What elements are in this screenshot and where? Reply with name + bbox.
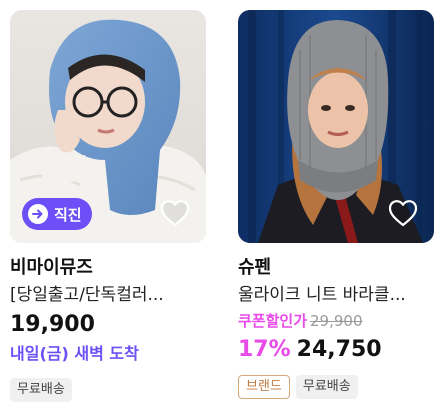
product-image[interactable] [238, 10, 434, 243]
arrow-right-circle-icon [28, 204, 48, 224]
product-card[interactable]: 직진 비마이뮤즈 [당일출고/단독컬러... 19,900 내일(금) 새벽 도… [10, 10, 206, 402]
product-name[interactable]: [당일출고/단독컬러... [10, 284, 206, 306]
product-price: 19,900 [10, 312, 95, 337]
coupon-label: 쿠폰할인가 [238, 312, 308, 330]
discount-rate: 17% [238, 337, 291, 362]
brand-tag: 브랜드 [238, 375, 290, 399]
heart-outline-icon[interactable] [160, 199, 190, 227]
brand-name[interactable]: 슈펜 [238, 257, 434, 279]
coupon-price-row: 쿠폰할인가 29,900 [238, 311, 434, 331]
delivery-estimate: 내일(금) 새벽 도착 [10, 344, 139, 363]
tag-list: 무료배송 [10, 378, 206, 402]
heart-outline-icon[interactable] [388, 199, 418, 227]
product-image[interactable]: 직진 [10, 10, 206, 243]
product-name[interactable]: 울라이크 니트 바라클... [238, 284, 434, 306]
free-shipping-tag: 무료배송 [295, 375, 358, 399]
product-price: 24,750 [296, 337, 382, 362]
tag-list: 브랜드 무료배송 [238, 375, 434, 399]
original-price: 29,900 [310, 312, 363, 330]
free-shipping-tag: 무료배송 [10, 378, 72, 402]
sale-price-row: 17% 24,750 [238, 337, 434, 363]
product-card[interactable]: 슈펜 울라이크 니트 바라클... 쿠폰할인가 29,900 17% 24,750 … [238, 10, 434, 399]
direct-shipping-badge: 직진 [22, 198, 92, 230]
brand-name[interactable]: 비마이뮤즈 [10, 257, 206, 279]
direct-badge-label: 직진 [54, 205, 82, 224]
product-grid: 직진 비마이뮤즈 [당일출고/단독컬러... 19,900 내일(금) 새벽 도… [0, 0, 446, 419]
